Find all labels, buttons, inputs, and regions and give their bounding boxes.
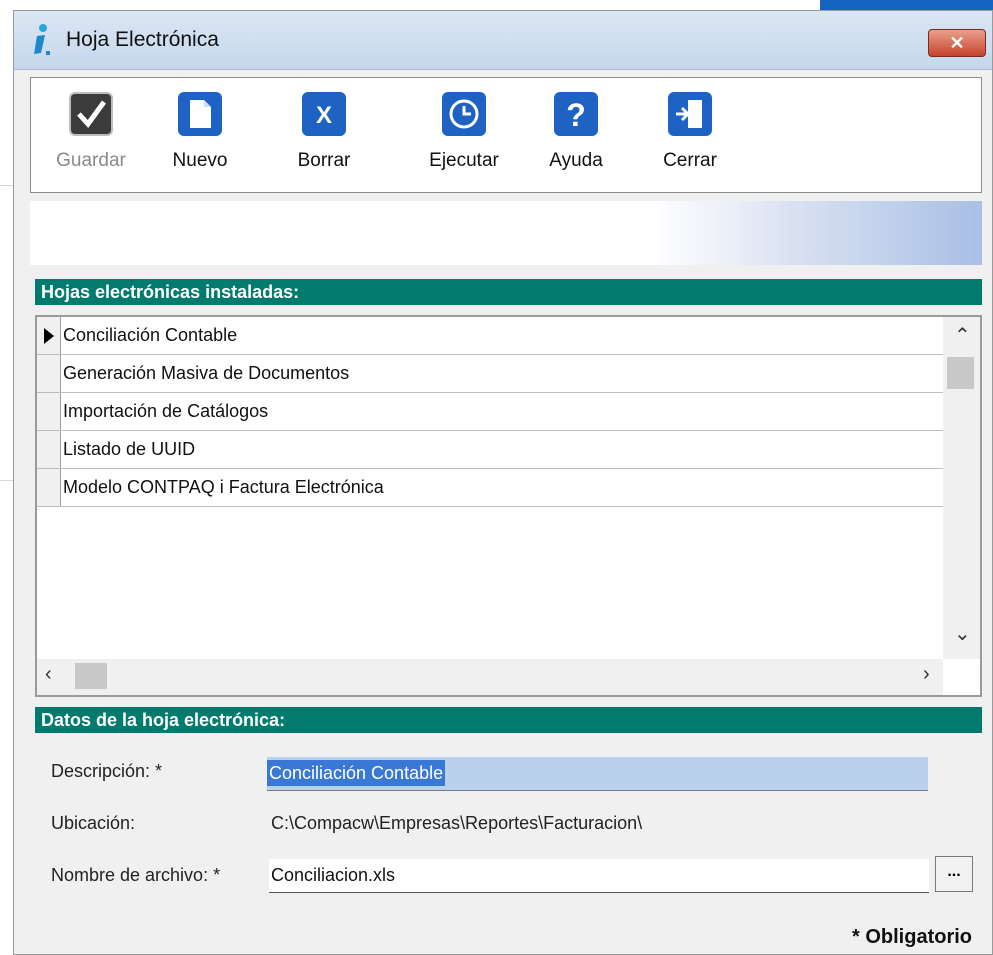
current-row-arrow-icon xyxy=(44,328,54,344)
sheet-name-cell: Listado de UUID xyxy=(63,439,196,459)
location-value: C:\Compacw\Empresas\Reportes\Facturacion… xyxy=(271,813,643,833)
table-row[interactable]: Listado de UUID xyxy=(37,431,943,469)
help-button[interactable]: ? Ayuda xyxy=(531,92,621,172)
spreadsheet-dialog: Hoja Electrónica ✕ Guardar Nuevo X Borra… xyxy=(13,10,993,955)
new-document-icon xyxy=(178,92,222,136)
run-label: Ejecutar xyxy=(429,150,499,171)
row-selector[interactable] xyxy=(37,469,61,506)
svg-text:?: ? xyxy=(566,97,586,133)
new-label: Nuevo xyxy=(172,150,228,171)
vertical-scrollbar[interactable]: ⌃ ⌄ xyxy=(943,317,980,659)
delete-label: Borrar xyxy=(297,150,351,171)
row-selector[interactable] xyxy=(37,317,61,354)
sheet-details-header: Datos de la hoja electrónica: xyxy=(35,707,982,733)
window-title: Hoja Electrónica xyxy=(66,28,219,51)
installed-sheets-grid: Conciliación Contable Generación Masiva … xyxy=(35,315,982,697)
background-divider xyxy=(0,480,14,481)
table-row[interactable]: Modelo CONTPAQ i Factura Electrónica xyxy=(37,469,943,507)
exit-door-icon xyxy=(668,92,712,136)
horizontal-scrollbar[interactable]: ‹ › xyxy=(37,659,943,695)
sheet-name-cell: Generación Masiva de Documentos xyxy=(63,363,350,383)
scroll-left-icon[interactable]: ‹ xyxy=(45,663,52,686)
sheet-name-cell: Importación de Catálogos xyxy=(63,401,269,421)
checkmark-icon xyxy=(69,92,113,136)
close-window-button[interactable]: ✕ xyxy=(928,29,986,57)
exit-button[interactable]: Cerrar xyxy=(645,92,735,172)
filename-label: Nombre de archivo: * xyxy=(51,865,221,885)
browse-file-button[interactable]: ... xyxy=(935,856,973,892)
background-app-strip xyxy=(820,0,993,10)
location-label: Ubicación: xyxy=(51,813,136,833)
required-fields-note: * Obligatorio xyxy=(852,926,972,948)
description-selected-text: Conciliación Contable xyxy=(267,760,446,786)
installed-sheets-header: Hojas electrónicas instaladas: xyxy=(35,279,982,305)
scroll-down-icon[interactable]: ⌄ xyxy=(954,621,971,646)
filename-input[interactable] xyxy=(269,859,929,893)
svg-text:X: X xyxy=(316,102,332,129)
scroll-right-icon[interactable]: › xyxy=(923,663,930,686)
exit-label: Cerrar xyxy=(663,150,717,171)
help-question-icon: ? xyxy=(554,92,598,136)
save-button[interactable]: Guardar xyxy=(41,92,141,172)
app-info-icon xyxy=(34,24,50,55)
delete-x-icon: X xyxy=(302,92,346,136)
save-label: Guardar xyxy=(56,150,126,171)
clock-run-icon xyxy=(442,92,486,136)
sheet-name-cell: Modelo CONTPAQ i Factura Electrónica xyxy=(63,477,384,497)
new-button[interactable]: Nuevo xyxy=(155,92,245,172)
background-divider xyxy=(0,185,14,186)
row-selector[interactable] xyxy=(37,431,61,468)
delete-button[interactable]: X Borrar xyxy=(279,92,369,172)
help-label: Ayuda xyxy=(549,150,603,171)
vertical-scroll-thumb[interactable] xyxy=(947,357,974,389)
description-label: Descripción: * xyxy=(51,761,163,781)
row-selector[interactable] xyxy=(37,355,61,392)
gradient-banner xyxy=(30,201,982,265)
table-row[interactable]: Importación de Catálogos xyxy=(37,393,943,431)
row-selector[interactable] xyxy=(37,393,61,430)
scroll-up-icon[interactable]: ⌃ xyxy=(954,323,971,348)
table-row[interactable]: Generación Masiva de Documentos xyxy=(37,355,943,393)
sheet-name-cell: Conciliación Contable xyxy=(63,325,238,345)
toolbar: Guardar Nuevo X Borrar Ejecutar ? Ayuda xyxy=(30,77,982,193)
table-row[interactable]: Conciliación Contable xyxy=(37,317,943,355)
title-bar: Hoja Electrónica ✕ xyxy=(14,11,992,70)
horizontal-scroll-thumb[interactable] xyxy=(75,663,107,689)
run-button[interactable]: Ejecutar xyxy=(414,92,514,172)
